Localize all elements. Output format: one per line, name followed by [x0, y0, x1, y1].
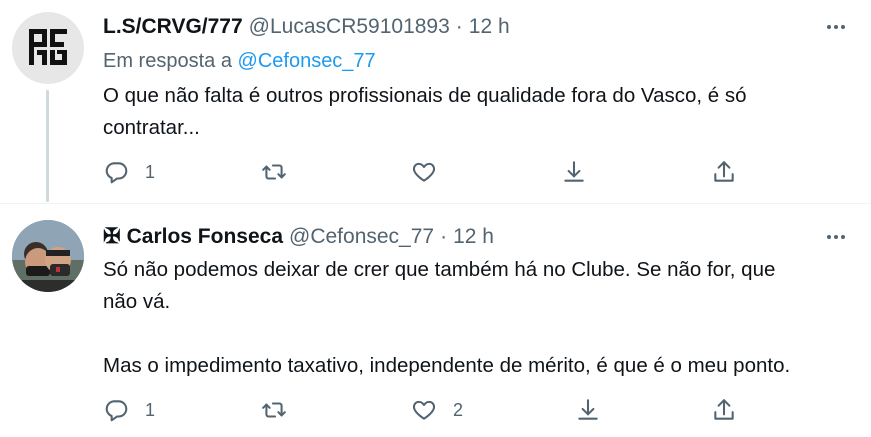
- more-button[interactable]: [821, 224, 851, 250]
- reply-icon: [105, 162, 128, 184]
- save-button[interactable]: [575, 396, 601, 424]
- tweet-header: ✠ Carlos Fonseca @Cefonsec_77 · 12 h: [103, 224, 851, 250]
- reply-icon: [105, 400, 128, 422]
- reply-handle-link[interactable]: @Cefonsec_77: [238, 50, 376, 72]
- retweet-button[interactable]: [261, 396, 303, 424]
- display-name[interactable]: ✠ Carlos Fonseca: [103, 224, 283, 250]
- display-name-text: Carlos Fonseca: [126, 225, 284, 248]
- more-button[interactable]: [821, 14, 851, 40]
- tweet-text-line: contratar...: [103, 116, 200, 139]
- avatar[interactable]: [12, 12, 84, 84]
- tweet-body: ✠ Carlos Fonseca @Cefonsec_77 · 12 h Só n…: [103, 224, 851, 382]
- thread-line: [46, 90, 49, 202]
- separator: ·: [455, 15, 463, 38]
- tweet-text: Só não podemos deixar de crer que também…: [103, 254, 851, 382]
- tweet[interactable]: ✠ Carlos Fonseca @Cefonsec_77 · 12 h Só n…: [0, 204, 871, 437]
- share-icon: [714, 161, 734, 182]
- retweet-button[interactable]: [261, 158, 303, 186]
- display-name[interactable]: L.S/CRVG/777: [103, 14, 243, 40]
- profile-logo-icon: [29, 29, 67, 65]
- tweet-body: L.S/CRVG/777 @LucasCR59101893 · 12 h Em …: [103, 14, 851, 144]
- reply-button[interactable]: 1: [103, 396, 155, 424]
- tweet-header: L.S/CRVG/777 @LucasCR59101893 · 12 h: [103, 14, 851, 40]
- tweet-text-line: Mas o impedimento taxativo, independente…: [103, 354, 791, 377]
- separator: ·: [440, 225, 448, 248]
- save-button[interactable]: [561, 158, 587, 186]
- save-icon: [578, 399, 598, 420]
- profile-photo-icon: [12, 220, 84, 292]
- avatar[interactable]: [12, 220, 84, 292]
- share-button[interactable]: [711, 396, 737, 424]
- like-button[interactable]: [411, 158, 453, 186]
- user-handle[interactable]: @Cefonsec_77: [289, 224, 434, 250]
- retweet-icon: [262, 402, 286, 418]
- tweet-text-line: não vá.: [103, 290, 171, 313]
- retweet-icon: [262, 164, 286, 180]
- reply-button[interactable]: 1: [103, 158, 155, 186]
- more-icon: [827, 235, 845, 239]
- tweet-text-line: O que não falta é outros profissionais d…: [103, 84, 747, 107]
- like-icon: [412, 400, 436, 420]
- more-icon: [827, 25, 845, 29]
- tweet-text-line: Só não podemos deixar de crer que também…: [103, 258, 776, 281]
- user-handle[interactable]: @LucasCR59101893: [249, 14, 450, 40]
- action-bar: 1 2: [103, 396, 743, 424]
- save-icon: [564, 161, 584, 182]
- like-button[interactable]: 2: [411, 396, 463, 424]
- tweet-text: O que não falta é outros profissionais d…: [103, 80, 851, 144]
- share-icon: [714, 399, 734, 420]
- like-count: 2: [453, 399, 464, 420]
- like-icon: [412, 162, 436, 182]
- timestamp[interactable]: 12 h: [469, 14, 510, 40]
- timestamp[interactable]: 12 h: [453, 224, 494, 250]
- reply-prefix: Em resposta a: [103, 50, 232, 72]
- reply-count: 1: [145, 399, 156, 420]
- reply-context: Em resposta a @Cefonsec_77: [103, 48, 851, 74]
- action-bar: 1: [103, 158, 743, 186]
- reply-count: 1: [145, 161, 156, 182]
- tweet[interactable]: L.S/CRVG/777 @LucasCR59101893 · 12 h Em …: [0, 0, 871, 204]
- cross-emoji: ✠: [103, 225, 121, 248]
- share-button[interactable]: [711, 158, 737, 186]
